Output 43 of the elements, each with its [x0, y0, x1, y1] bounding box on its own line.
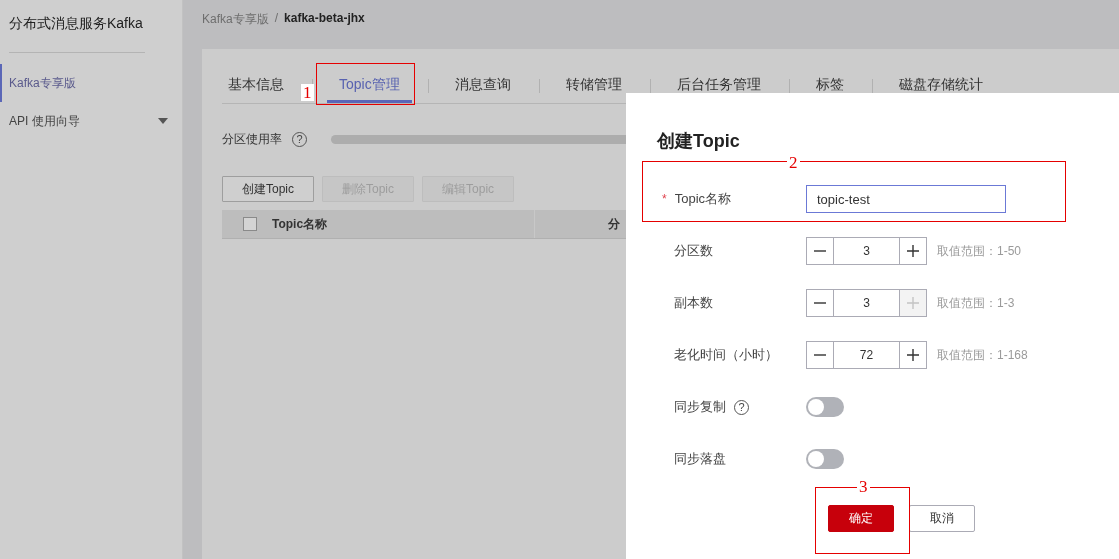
sidebar-item[interactable]: API 使用向导: [0, 102, 182, 140]
tab[interactable]: Topic管理: [327, 73, 412, 103]
toolbar-button[interactable]: 创建Topic: [222, 176, 314, 202]
field-label: 同步复制: [674, 398, 726, 416]
tab[interactable]: 后台任务管理: [670, 73, 767, 103]
app-title: 分布式消息服务Kafka: [8, 14, 144, 33]
field-label: 同步落盘: [674, 450, 726, 468]
tab[interactable]: 消息查询: [448, 73, 517, 103]
plus-icon: [907, 245, 919, 257]
toggle-switch[interactable]: [806, 449, 844, 469]
breadcrumb-current: kafka-beta-jhx: [284, 11, 365, 25]
cancel-button[interactable]: 取消: [909, 505, 975, 532]
tab[interactable]: 磁盘存储统计: [892, 73, 989, 103]
sidebar-item[interactable]: Kafka专享版: [0, 64, 182, 102]
number-stepper[interactable]: 72: [806, 341, 927, 369]
tab[interactable]: 基本信息: [222, 73, 290, 103]
number-stepper[interactable]: 3: [806, 237, 927, 265]
plus-icon: [907, 297, 919, 309]
toggle-switch[interactable]: [806, 397, 844, 417]
number-stepper[interactable]: 3: [806, 289, 927, 317]
annotation-number: 3: [857, 478, 870, 495]
range-hint: 取值范围：1-3: [937, 294, 1015, 312]
panel-title: 创建Topic: [657, 130, 741, 153]
select-all-checkbox[interactable]: [243, 217, 257, 231]
field-label: 老化时间（小时）: [674, 346, 778, 364]
caret-icon[interactable]: [158, 118, 168, 124]
range-hint: 取值范围：1-168: [937, 346, 1028, 364]
tab[interactable]: 转储管理: [559, 73, 628, 103]
tab[interactable]: 标签: [809, 73, 850, 103]
breadcrumb-separator: /: [274, 11, 279, 25]
field-label: 副本数: [674, 294, 713, 312]
field-label: 分区数: [674, 242, 713, 260]
column-header: Topic名称: [272, 210, 535, 238]
topic-name-field[interactable]: topic-test: [806, 185, 1006, 213]
annotation-number: 1: [301, 84, 314, 101]
field-label: Topic名称: [674, 190, 732, 208]
column-header: 分: [607, 216, 620, 233]
confirm-button[interactable]: 确定: [828, 505, 894, 532]
range-hint: 取值范围：1-50: [937, 242, 1022, 260]
plus-icon: [907, 349, 919, 361]
annotation-number: 2: [787, 154, 800, 171]
required-mark: *: [662, 192, 667, 206]
usage-label: 分区使用率: [222, 130, 282, 148]
